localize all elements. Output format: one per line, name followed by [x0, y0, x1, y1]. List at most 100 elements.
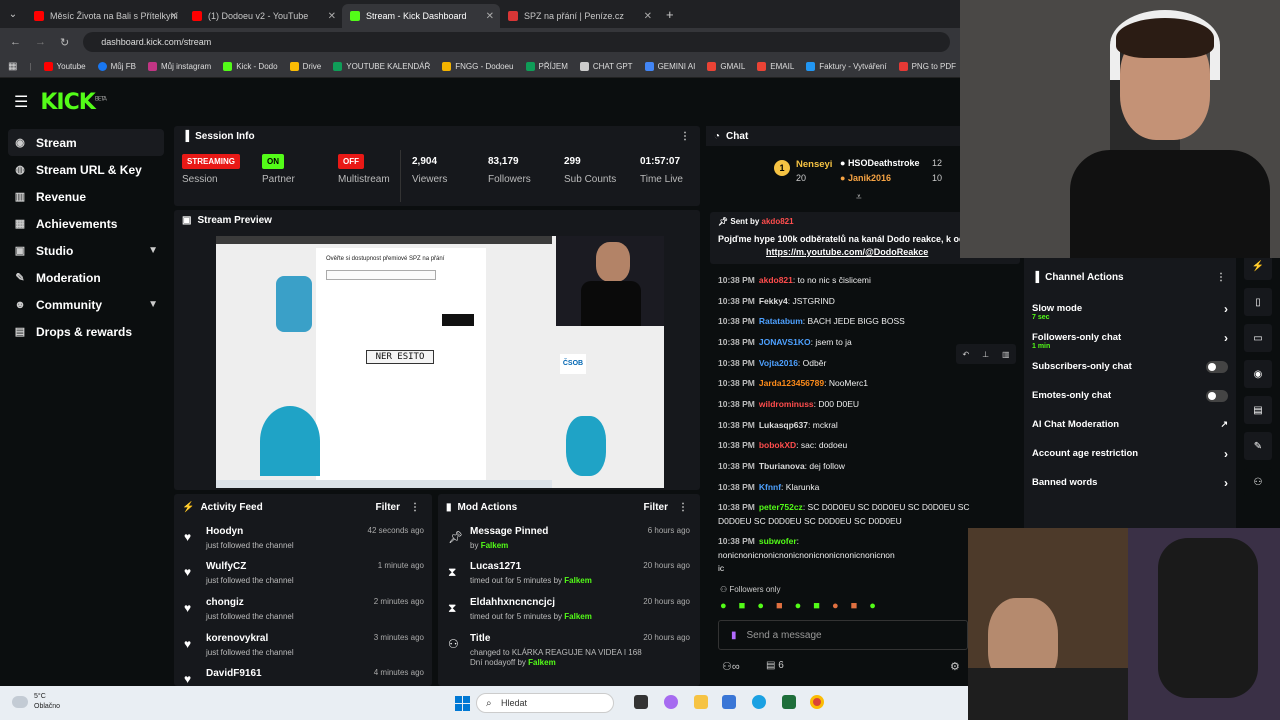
server-icon[interactable]: ▤	[1244, 396, 1272, 424]
edge-icon[interactable]	[752, 695, 766, 709]
back-icon[interactable]: ←	[10, 36, 21, 48]
chat-input[interactable]: ▮ Send a message	[718, 620, 968, 650]
emotes-only-toggle[interactable]	[1206, 389, 1228, 402]
bookmark[interactable]: Youtube	[43, 62, 86, 71]
chat-bubble-icon[interactable]: ▭	[1244, 324, 1272, 352]
bookmark[interactable]: Drive	[289, 62, 321, 71]
top-gifter-2[interactable]: ● HSODeathstroke	[840, 158, 919, 168]
bookmark[interactable]: YOUTUBE KALENDÁŘ	[333, 62, 430, 71]
subscribers-only-toggle[interactable]	[1206, 360, 1228, 373]
filter-button[interactable]: Filter	[644, 502, 668, 513]
bookmark[interactable]: EMAIL	[757, 62, 794, 71]
emote-icon[interactable]: ■	[739, 600, 746, 616]
tab-label: SPZ na přání | Peníze.cz	[524, 11, 624, 21]
browser-tab-active[interactable]: Stream - Kick Dashboard ✕	[342, 4, 500, 28]
sidebar-item-stream-url-key[interactable]: ◍ Stream URL & Key	[8, 156, 164, 183]
bookmark[interactable]: GEMINI AI	[644, 62, 695, 71]
reload-icon[interactable]: ↻	[60, 36, 69, 49]
bookmark[interactable]: CHAT GPT	[579, 62, 633, 71]
more-icon[interactable]: ⋮	[410, 502, 420, 513]
external-link-icon: ↗	[1220, 419, 1228, 429]
tab-label: (1) Dodoeu v2 - YouTube	[208, 11, 309, 21]
emote-icon[interactable]: ●	[832, 600, 839, 616]
followers-only-row[interactable]: Followers-only chat 1 min ›	[1024, 323, 1236, 352]
shield-icon: ▮	[446, 501, 452, 513]
url-input[interactable]: dashboard.kick.com/stream	[83, 32, 950, 52]
close-icon[interactable]: ✕	[486, 11, 494, 22]
outlook-icon[interactable]	[722, 695, 736, 709]
more-icon[interactable]: ⋮	[1216, 272, 1226, 283]
new-tab-icon[interactable]: +	[666, 7, 674, 22]
kick-logo[interactable]: KICKBETA	[40, 90, 107, 115]
bookmark[interactable]: Faktury - Vytváření	[806, 62, 887, 71]
hourglass-icon: ⧗	[448, 565, 457, 579]
broadcast-icon[interactable]: ◉	[1244, 360, 1272, 388]
ai-moderation-row[interactable]: AI Chat Moderation ↗	[1024, 410, 1236, 439]
emote-bar[interactable]: ● ■ ● ■ ● ■ ● ■ ●	[720, 600, 970, 616]
filter-button[interactable]: Filter	[376, 502, 400, 513]
sidebar-item-stream[interactable]: ◉ Stream	[8, 129, 164, 156]
emote-icon[interactable]: ■	[776, 600, 783, 616]
copilot-icon[interactable]	[664, 695, 678, 709]
menu-icon[interactable]: ☰	[14, 92, 28, 112]
bookmark[interactable]: FNGG - Dodoeu	[442, 62, 514, 71]
browser-tab[interactable]: (1) Dodoeu v2 - YouTube ✕	[184, 4, 342, 28]
slow-mode-row[interactable]: Slow mode 7 sec ›	[1024, 294, 1236, 323]
close-icon[interactable]: ✕	[170, 11, 178, 22]
tab-search-icon[interactable]: ⌄	[0, 9, 26, 20]
sidebar-item-community[interactable]: ☻ Community ▼	[8, 291, 164, 318]
bookmark[interactable]: Kick - Dodo	[223, 62, 278, 71]
radio-icon: ◉	[15, 137, 25, 149]
preview-icon: ▣	[182, 214, 192, 226]
network-icon[interactable]: ⚇	[1244, 468, 1272, 496]
delete-icon[interactable]: ▥	[1002, 350, 1010, 359]
banned-words-row[interactable]: Banned words ›	[1024, 468, 1236, 497]
apps-icon[interactable]: ▦	[8, 61, 17, 72]
sub-count[interactable]: ▤ 6	[766, 660, 784, 671]
emote-icon[interactable]: ■	[813, 600, 820, 616]
sidebar-item-achievements[interactable]: ▦ Achievements	[8, 210, 164, 237]
close-icon[interactable]: ✕	[328, 11, 336, 22]
gear-icon[interactable]: ⚙	[950, 660, 960, 673]
bookmark[interactable]: PNG to PDF	[898, 62, 956, 71]
bookmark[interactable]: Můj FB	[97, 62, 136, 71]
reply-icon[interactable]: ↶	[962, 350, 969, 359]
pin-icon[interactable]: ⊥	[982, 350, 989, 359]
emote-icon[interactable]: ●	[720, 600, 727, 616]
browser-tab[interactable]: SPZ na přání | Peníze.cz ✕	[500, 4, 658, 28]
collapse-icon[interactable]: ⩡	[856, 192, 862, 203]
taskbar-search[interactable]: ⌕ Hledat	[476, 693, 614, 713]
emote-icon[interactable]: ●	[795, 600, 802, 616]
windows-start-icon[interactable]	[455, 696, 470, 711]
stream-preview-video[interactable]: Ověřte si dostupnost přemiové SPZ na přá…	[216, 236, 664, 488]
bookmark[interactable]: GMAIL	[707, 62, 745, 71]
bookmark[interactable]: Můj instagram	[147, 62, 211, 71]
weather-widget[interactable]: 5°C Oblačno	[34, 692, 60, 712]
sidebar-item-moderation[interactable]: ✎ Moderation	[8, 264, 164, 291]
sidebar-item-drops[interactable]: ▤ Drops & rewards	[8, 318, 164, 345]
account-age-row[interactable]: Account age restriction ›	[1024, 439, 1236, 468]
top-gifter-name[interactable]: Nenseyi	[796, 159, 832, 170]
chevron-right-icon: ›	[1224, 330, 1228, 345]
stat-partner-income: ONPartner Income	[262, 152, 312, 186]
chrome-icon[interactable]	[810, 695, 824, 709]
browser-tab[interactable]: Měsíc Života na Bali s Přítelkyní ✕	[26, 4, 184, 28]
emote-icon[interactable]: ●	[757, 600, 764, 616]
forward-icon[interactable]: →	[35, 36, 46, 48]
close-icon[interactable]: ✕	[644, 11, 652, 22]
wrench-icon[interactable]: ✎	[1244, 432, 1272, 460]
sidebar-item-revenue[interactable]: ▥ Revenue	[8, 183, 164, 210]
emote-icon[interactable]: ●	[869, 600, 876, 616]
excel-icon[interactable]	[782, 695, 796, 709]
task-view-icon[interactable]	[634, 695, 648, 709]
top-gifter-3[interactable]: ● Janik2016	[840, 173, 891, 183]
pinned-link[interactable]: https://m.youtube.com/@DodoReakce	[766, 247, 928, 257]
more-icon[interactable]: ⋮	[678, 502, 688, 513]
more-icon[interactable]: ⋮	[680, 131, 690, 142]
sidebar-item-studio[interactable]: ▣ Studio ▼	[8, 237, 164, 264]
bookmark[interactable]: PŘÍJEM	[525, 62, 568, 71]
infinite-icon[interactable]: ⚇∞	[722, 660, 740, 673]
emote-icon[interactable]: ■	[851, 600, 858, 616]
explorer-icon[interactable]	[694, 695, 708, 709]
document-icon[interactable]: ▯	[1244, 288, 1272, 316]
